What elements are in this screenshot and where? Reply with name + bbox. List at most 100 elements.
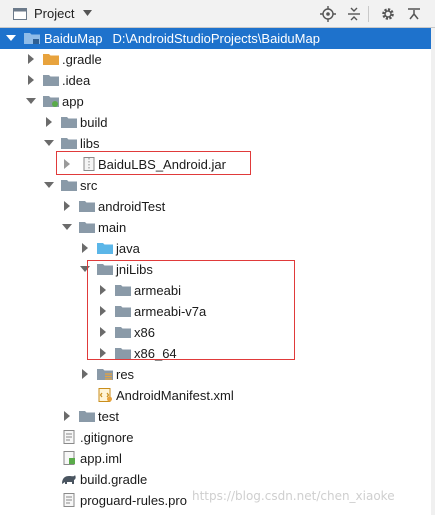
collapsed-arrow-icon[interactable] (26, 54, 36, 64)
folder-icon (43, 75, 59, 86)
tree-item-libs[interactable]: libs (0, 133, 435, 154)
tree-item-label: main (98, 220, 127, 235)
project-name: BaiduMap (44, 31, 103, 46)
project-view-title[interactable]: Project (34, 6, 74, 21)
tree-item-gitignore[interactable]: .gitignore (0, 427, 435, 448)
tree-item-label: app (62, 94, 84, 109)
tree-item-label: BaiduLBS_Android.jar (98, 157, 226, 172)
collapse-all-icon[interactable] (346, 6, 362, 22)
tree-item-app-iml[interactable]: app.iml (0, 448, 435, 469)
jar-archive-icon (83, 157, 95, 171)
collapsed-arrow-icon[interactable] (80, 243, 90, 253)
project-path: D:\AndroidStudioProjects\BaiduMap (112, 31, 320, 46)
dropdown-caret-icon[interactable] (83, 10, 92, 16)
tree-item-armeabi-v7a[interactable]: armeabi-v7a (0, 301, 435, 322)
tree-item-baidumap[interactable]: BaiduMap D:\AndroidStudioProjects\BaiduMa… (0, 28, 435, 49)
tree-item-label: .idea (62, 73, 91, 88)
tree-item-label: build (80, 115, 108, 130)
folder-icon (115, 327, 131, 338)
folder-icon (79, 222, 95, 233)
tree-item-label: armeabi-v7a (134, 304, 207, 319)
tree-item-src[interactable]: src (0, 175, 435, 196)
tree-item-label: res (116, 367, 135, 382)
expand-arrow-icon[interactable] (80, 264, 90, 274)
tree-item-label: jniLibs (116, 262, 153, 277)
tree-item-build[interactable]: build (0, 112, 435, 133)
tree-item-test[interactable]: test (0, 406, 435, 427)
tree-item-label: androidTest (98, 199, 166, 214)
tree-item-app[interactable]: app (0, 91, 435, 112)
expand-arrow-icon[interactable] (44, 180, 54, 190)
tree-item-label: armeabi (134, 283, 181, 298)
tree-item-label: AndroidManifest.xml (116, 388, 234, 403)
tree-item-label: .gitignore (80, 430, 134, 445)
module-file-icon (63, 451, 75, 465)
folder-icon (79, 201, 95, 212)
module-folder-icon (43, 96, 59, 107)
tree-item-label: .gradle (62, 52, 102, 67)
folder-icon (115, 285, 131, 296)
tree-item-jnilibs[interactable]: jniLibs (0, 259, 435, 280)
toolbar-separator (368, 6, 369, 22)
folder-icon (97, 264, 113, 275)
tree-item-build-gradle[interactable]: build.gradle (0, 469, 435, 490)
manifest-file-icon (98, 388, 112, 402)
project-tree: BaiduMap D:\AndroidStudioProjects\BaiduMa… (0, 28, 435, 515)
folder-icon (61, 180, 77, 191)
tree-item-armeabi[interactable]: armeabi (0, 280, 435, 301)
tree-item-label: app.iml (80, 451, 122, 466)
tree-item-label: BaiduMap D:\AndroidStudioProjects\BaiduMa… (44, 31, 320, 46)
collapsed-arrow-icon[interactable] (98, 306, 108, 316)
collapsed-arrow-icon[interactable] (80, 369, 90, 379)
text-file-icon (63, 430, 75, 444)
collapsed-arrow-icon[interactable] (98, 285, 108, 295)
tree-item-label: test (98, 409, 119, 424)
source-folder-icon (97, 243, 113, 254)
tree-item-label: libs (80, 136, 100, 151)
folder-icon (43, 54, 59, 65)
expand-arrow-icon[interactable] (44, 138, 54, 148)
tree-item-androidtest[interactable]: androidTest (0, 196, 435, 217)
folder-icon (61, 138, 77, 149)
tree-item-androidmanifest[interactable]: AndroidManifest.xml (0, 385, 435, 406)
expand-arrow-icon[interactable] (6, 33, 16, 43)
resource-folder-icon (97, 369, 113, 380)
tree-item-label: src (80, 178, 98, 193)
gear-icon[interactable] (380, 6, 396, 22)
tree-item-baidulbs-jar[interactable]: BaiduLBS_Android.jar (0, 154, 435, 175)
module-folder-icon (24, 33, 40, 44)
collapsed-arrow-icon[interactable] (62, 201, 72, 211)
gradle-icon (62, 475, 76, 484)
project-toolbar: Project (0, 0, 435, 28)
tree-item-x86[interactable]: x86 (0, 322, 435, 343)
tree-item-java[interactable]: java (0, 238, 435, 259)
tree-item-x86-64[interactable]: x86_64 (0, 343, 435, 364)
tree-item-label: java (116, 241, 140, 256)
folder-icon (61, 117, 77, 128)
collapsed-arrow-icon[interactable] (98, 327, 108, 337)
expand-arrow-icon[interactable] (26, 96, 36, 106)
collapsed-arrow-icon[interactable] (62, 159, 72, 169)
project-view-icon (13, 8, 27, 20)
folder-icon (79, 411, 95, 422)
text-file-icon (63, 493, 75, 507)
collapsed-arrow-icon[interactable] (98, 348, 108, 358)
collapsed-arrow-icon[interactable] (44, 117, 54, 127)
tree-item-idea[interactable]: .idea (0, 70, 435, 91)
tree-item-gradle[interactable]: .gradle (0, 49, 435, 70)
tree-item-label: x86 (134, 325, 155, 340)
locate-icon[interactable] (320, 6, 336, 22)
collapsed-arrow-icon[interactable] (26, 75, 36, 85)
folder-icon (115, 348, 131, 359)
watermark: https://blog.csdn.net/chen_xiaoke (192, 489, 395, 503)
tree-item-label: x86_64 (134, 346, 177, 361)
tree-item-label: proguard-rules.pro (80, 493, 187, 508)
scrollbar-track[interactable] (431, 28, 435, 515)
tree-item-main[interactable]: main (0, 217, 435, 238)
expand-arrow-icon[interactable] (62, 222, 72, 232)
folder-icon (115, 306, 131, 317)
tree-item-res[interactable]: res (0, 364, 435, 385)
tree-item-label: build.gradle (80, 472, 148, 487)
collapsed-arrow-icon[interactable] (62, 411, 72, 421)
hide-panel-icon[interactable] (406, 6, 422, 22)
